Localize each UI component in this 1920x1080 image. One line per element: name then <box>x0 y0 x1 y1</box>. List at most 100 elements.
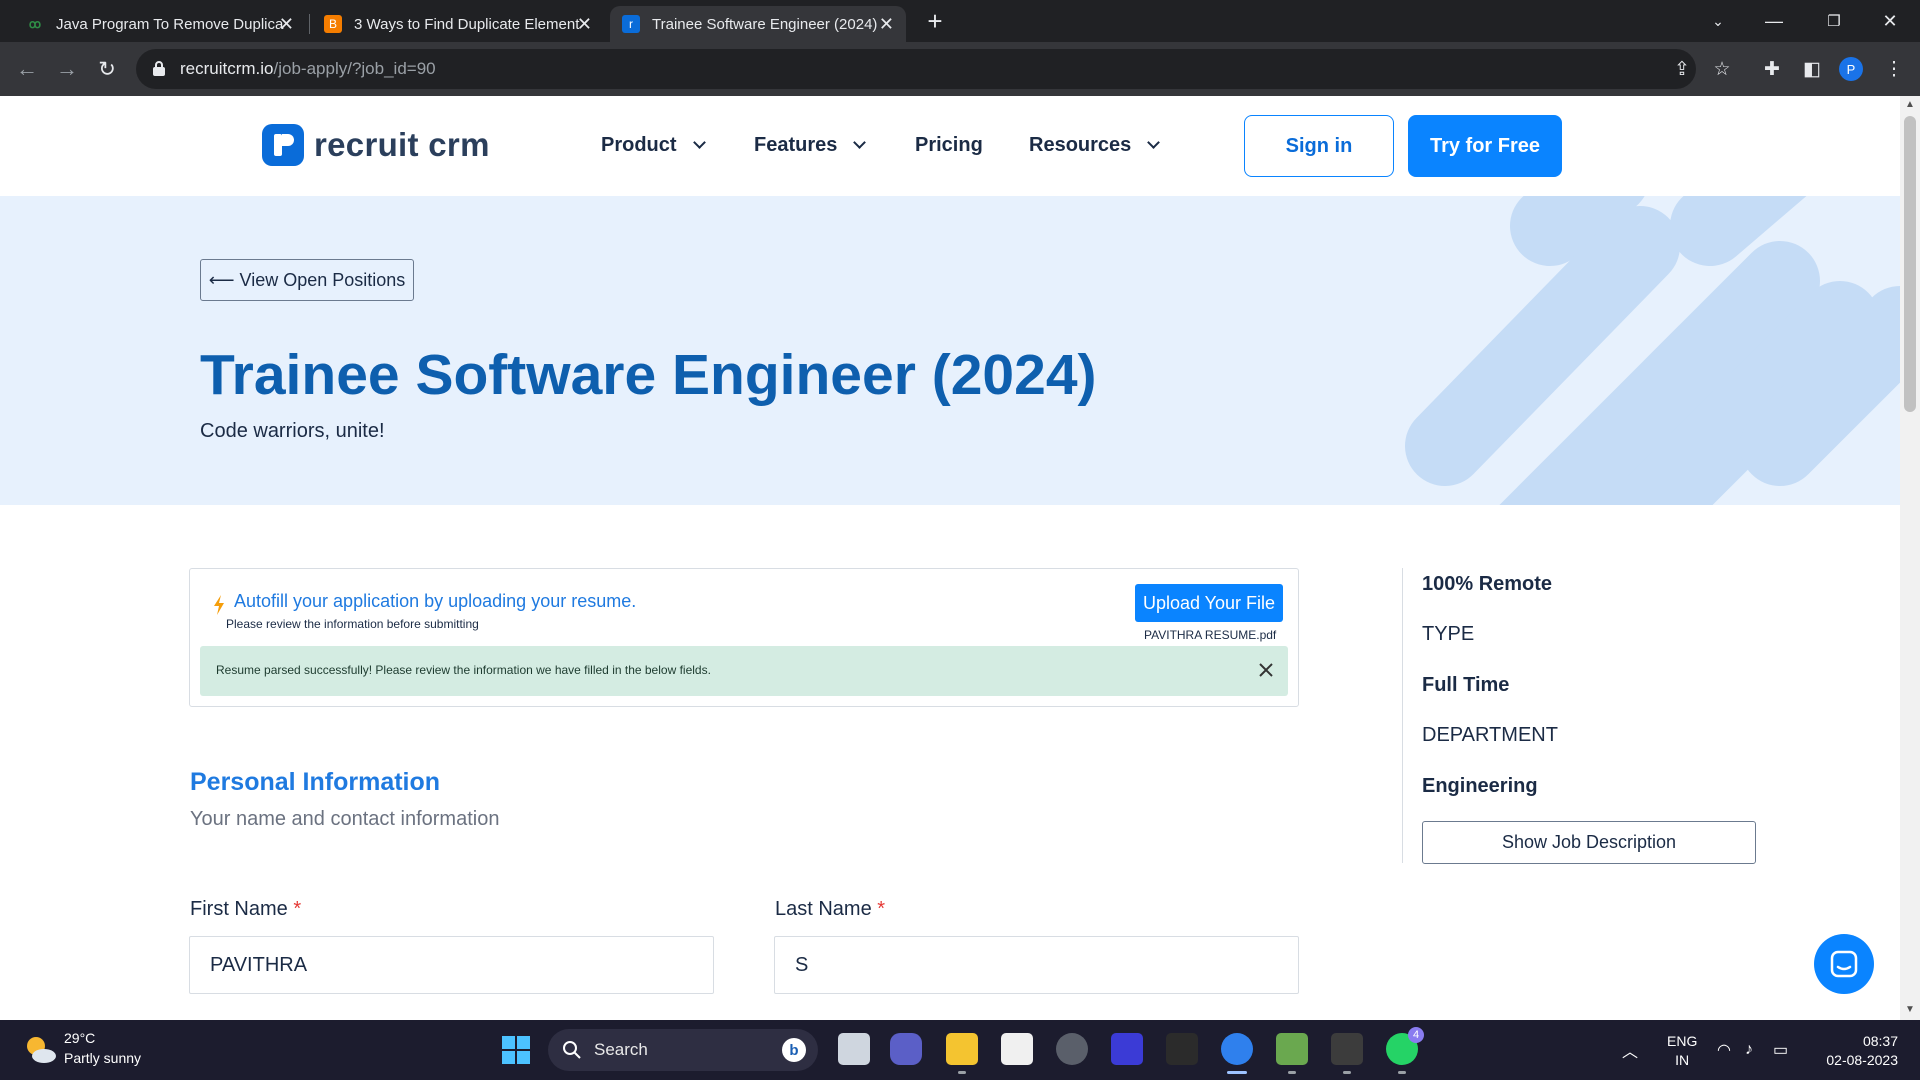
first-name-label: First Name * <box>190 898 301 921</box>
last-name-value: S <box>795 953 809 976</box>
chat-icon <box>1830 950 1858 978</box>
job-tagline: Code warriors, unite! <box>200 420 385 442</box>
whatsapp-icon[interactable]: 4 <box>1386 1027 1424 1074</box>
nav-pricing[interactable]: Pricing <box>915 134 983 157</box>
department-caption: DEPARTMENT <box>1422 724 1558 746</box>
windows-taskbar: 29°C Partly sunny Search b 4 ︿ ENG IN ◠ … <box>0 1020 1920 1080</box>
unity-icon[interactable] <box>1056 1033 1088 1065</box>
close-tab-icon[interactable]: ✕ <box>577 14 592 35</box>
upload-file-button[interactable]: Upload Your File <box>1135 584 1283 622</box>
bookmark-star-icon[interactable]: ☆ <box>1709 56 1735 82</box>
bing-icon[interactable]: b <box>782 1038 806 1062</box>
logo-mark-icon <box>262 124 304 166</box>
required-asterisk: * <box>877 898 886 920</box>
nav-label: Resources <box>1029 134 1132 156</box>
try-for-free-button[interactable]: Try for Free <box>1408 115 1562 177</box>
notification-badge: 4 <box>1408 1027 1424 1043</box>
volume-icon[interactable]: ♪ <box>1745 1020 1753 1080</box>
teams-chat-icon[interactable] <box>890 1033 922 1065</box>
language-code: ENG <box>1667 1033 1698 1049</box>
job-location: 100% Remote <box>1422 573 1553 595</box>
personal-info-heading: Personal Information <box>190 768 441 796</box>
restore-icon[interactable]: ❐ <box>1810 0 1858 42</box>
last-name-field[interactable]: S <box>774 936 1299 994</box>
nav-features[interactable]: Features <box>754 134 867 157</box>
last-name-label-text: Last Name <box>775 898 872 920</box>
battery-icon[interactable]: ▭ <box>1773 1020 1788 1080</box>
figma-icon[interactable] <box>1166 1033 1198 1065</box>
profile-avatar[interactable]: P <box>1839 57 1863 81</box>
first-name-label-text: First Name <box>190 898 288 920</box>
resume-autofill-card: Autofill your application by uploading y… <box>189 568 1299 707</box>
tab-java-program[interactable]: ꝏ Java Program To Remove Duplica ✕ <box>14 6 306 42</box>
clock-time: 08:37 <box>1862 1033 1898 1049</box>
nav-label: Features <box>754 134 838 156</box>
nav-resources[interactable]: Resources <box>1029 134 1161 157</box>
minimize-icon[interactable]: — <box>1750 0 1798 42</box>
scrollbar-thumb[interactable] <box>1904 116 1916 412</box>
url-path: /job-apply/?job_id=90 <box>273 59 436 78</box>
job-type-caption: TYPE <box>1422 623 1475 645</box>
tab-find-duplicate[interactable]: B 3 Ways to Find Duplicate Element ✕ <box>312 6 604 42</box>
blogger-icon: B <box>324 15 342 33</box>
new-tab-icon[interactable]: + <box>911 0 959 42</box>
sidebar-divider <box>1402 568 1403 863</box>
nav-label: Product <box>601 134 677 156</box>
task-view-icon[interactable] <box>838 1033 870 1065</box>
autofill-subtitle: Please review the information before sub… <box>226 617 479 631</box>
sign-in-button[interactable]: Sign in <box>1244 115 1394 177</box>
tab-title: Trainee Software Engineer (2024) <box>652 15 878 33</box>
close-tab-icon[interactable]: ✕ <box>279 14 294 35</box>
share-icon[interactable]: ⇪ <box>1669 56 1695 82</box>
weather-temperature[interactable]: 29°C <box>64 1030 95 1046</box>
show-job-description-button[interactable]: Show Job Description <box>1422 821 1756 864</box>
tab-title: Java Program To Remove Duplica <box>56 15 284 33</box>
partly-sunny-icon[interactable] <box>22 1032 58 1068</box>
file-explorer-icon[interactable] <box>946 1033 978 1074</box>
extensions-puzzle-icon[interactable]: ✚ <box>1759 56 1785 82</box>
chevron-down-icon <box>692 136 706 149</box>
terminal-icon[interactable] <box>1331 1033 1363 1074</box>
chrome-icon[interactable] <box>1221 1033 1253 1074</box>
back-arrow-icon[interactable]: ← <box>12 54 42 84</box>
show-hidden-icons-chevron-icon[interactable]: ︿ <box>1622 1020 1638 1080</box>
first-name-field[interactable]: PAVITHRA <box>189 936 714 994</box>
forward-arrow-icon[interactable]: → <box>52 54 82 84</box>
site-header: recruit crm Product Features Pricing Res… <box>0 96 1900 196</box>
close-window-icon[interactable]: ✕ <box>1866 0 1914 42</box>
chat-launcher-button[interactable] <box>1814 934 1874 994</box>
photos-app-icon[interactable] <box>1276 1033 1308 1074</box>
browser-tab-strip: ꝏ Java Program To Remove Duplica ✕ B 3 W… <box>0 0 1920 42</box>
wifi-icon[interactable]: ◠ <box>1717 1020 1731 1080</box>
address-bar[interactable]: recruitcrm.io/job-apply/?job_id=90 <box>136 49 1696 89</box>
personal-info-subtitle: Your name and contact information <box>190 808 500 830</box>
tab-search-chevron-icon[interactable]: ⌄ <box>1694 0 1742 42</box>
taskbar-search-box[interactable]: Search b <box>548 1029 818 1071</box>
side-panel-icon[interactable]: ◧ <box>1799 56 1825 82</box>
menu-kebab-icon[interactable]: ⋮ <box>1881 56 1907 82</box>
close-tab-icon[interactable]: ✕ <box>879 14 894 35</box>
scroll-up-arrow-icon[interactable]: ▲ <box>1904 99 1916 111</box>
tab-trainee-software-engineer[interactable]: r Trainee Software Engineer (2024) ✕ <box>610 6 906 42</box>
reload-icon[interactable]: ↻ <box>92 54 122 84</box>
view-open-positions-button[interactable]: ⟵ View Open Positions <box>200 259 414 301</box>
system-clock[interactable]: 08:37 02-08-2023 <box>1818 1032 1898 1070</box>
notes-app-icon[interactable] <box>1111 1033 1143 1065</box>
uploaded-file-name: PAVITHRA RESUME.pdf <box>1144 628 1277 642</box>
department-value: Engineering <box>1422 775 1538 797</box>
windows-start-icon[interactable] <box>502 1036 530 1064</box>
recruit-crm-logo[interactable]: recruit crm <box>262 124 490 166</box>
weather-condition[interactable]: Partly sunny <box>64 1050 141 1066</box>
geeksforgeeks-icon: ꝏ <box>28 17 42 31</box>
recruitcrm-icon: r <box>622 15 640 33</box>
scroll-down-arrow-icon[interactable]: ▼ <box>1904 1004 1916 1016</box>
input-language[interactable]: ENG IN <box>1667 1032 1697 1070</box>
page-scrollbar[interactable]: ▲ ▼ <box>1900 96 1920 1020</box>
clock-date: 02-08-2023 <box>1826 1052 1898 1068</box>
required-asterisk: * <box>293 898 302 920</box>
nav-product[interactable]: Product <box>601 134 706 157</box>
close-icon[interactable] <box>1254 658 1278 682</box>
microsoft-store-icon[interactable] <box>1001 1033 1033 1065</box>
page-viewport: recruit crm Product Features Pricing Res… <box>0 96 1900 1020</box>
logo-text: recruit crm <box>314 126 490 163</box>
